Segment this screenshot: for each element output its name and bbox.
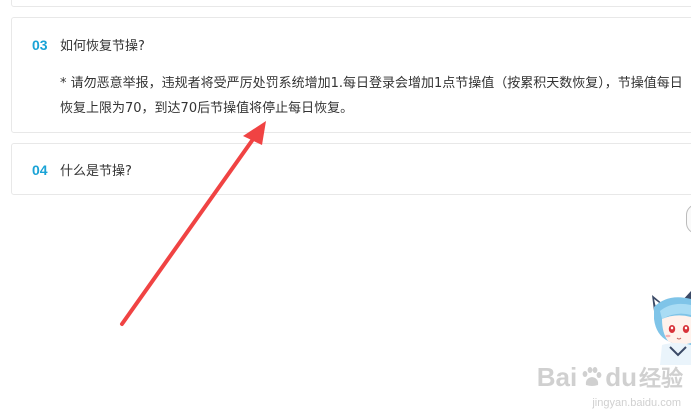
watermark-bai: Bai bbox=[536, 361, 578, 392]
step-number: 04 bbox=[32, 161, 48, 178]
step-header: 04 什么是节操? bbox=[32, 160, 132, 180]
previous-step-card bbox=[11, 0, 691, 7]
watermark-jingyan: 经验 bbox=[638, 367, 683, 392]
step-title: 什么是节操? bbox=[60, 164, 132, 179]
baidu-paw-icon bbox=[582, 367, 602, 386]
watermark-du: du bbox=[605, 361, 637, 392]
step-header: 03 如何恢复节操? bbox=[32, 35, 145, 55]
side-float-button[interactable] bbox=[686, 204, 691, 234]
mascot-icon bbox=[652, 291, 691, 365]
baidu-jingyan-watermark: Bai du 经验 bbox=[537, 361, 683, 393]
step-description: * 请勿恶意举报，违规者将受严厉处罚系统增加1.每日登录会增加1点节操值（按累积… bbox=[60, 76, 683, 116]
step-card-04: 04 什么是节操? bbox=[11, 143, 691, 195]
step-number: 03 bbox=[32, 36, 48, 53]
step-title: 如何恢复节操? bbox=[60, 39, 145, 54]
watermark-url: jingyan.baidu.com bbox=[592, 397, 681, 409]
step-card-03: 03 如何恢复节操? * 请勿恶意举报，违规者将受严厉处罚系统增加1.每日登录会… bbox=[11, 17, 691, 133]
